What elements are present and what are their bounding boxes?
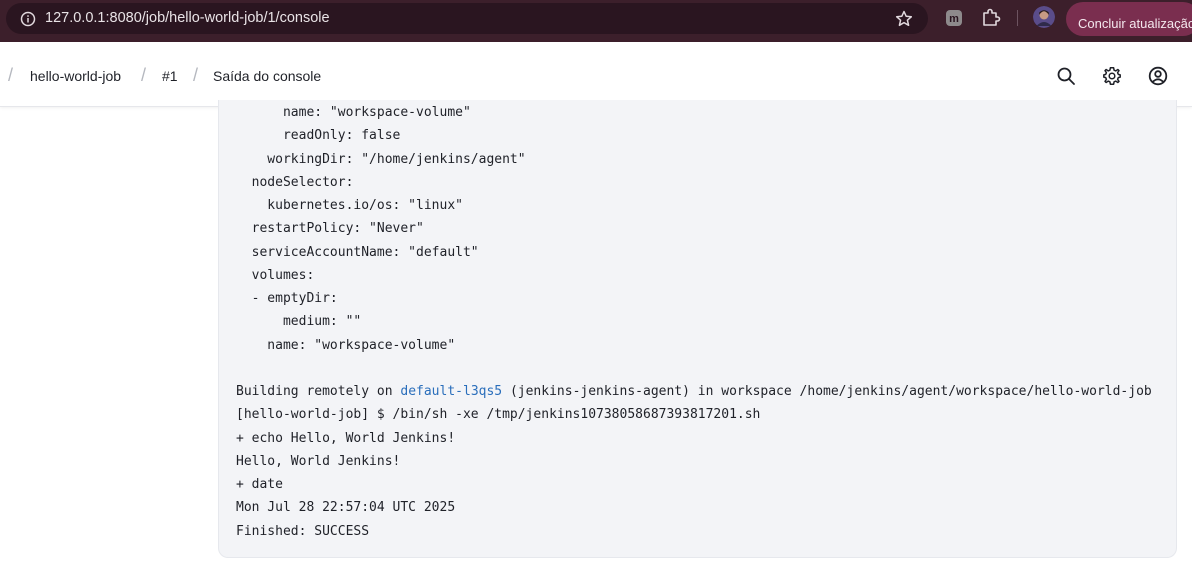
building-prefix: Building remotely on xyxy=(236,384,401,399)
extension-m-icon[interactable]: m xyxy=(945,9,963,27)
extensions-puzzle-icon[interactable] xyxy=(980,7,1002,29)
gear-icon[interactable] xyxy=(1102,66,1122,86)
console-building-line: Building remotely on default-l3qs5 (jenk… xyxy=(236,383,1152,401)
toolbar-divider xyxy=(1017,10,1018,26)
breadcrumb-job[interactable]: hello-world-job xyxy=(30,68,121,84)
search-icon[interactable] xyxy=(1056,66,1076,86)
console-line: workingDir: "/home/jenkins/agent" xyxy=(236,152,526,167)
user-icon[interactable] xyxy=(1148,66,1168,86)
address-bar[interactable]: 127.0.0.1:8080/job/hello-world-job/1/con… xyxy=(6,3,928,34)
console-line: restartPolicy: "Never" xyxy=(236,221,424,236)
console-line: nodeSelector: xyxy=(236,175,354,190)
breadcrumb-separator: / xyxy=(193,65,199,85)
app-header: / hello-world-job / #1 / Saída do consol… xyxy=(0,42,1192,107)
console-finished-line: Finished: SUCCESS xyxy=(236,524,370,539)
breadcrumb-separator: / xyxy=(8,65,14,85)
breadcrumb-build[interactable]: #1 xyxy=(162,68,178,84)
console-line: kubernetes.io/os: "linux" xyxy=(236,198,463,213)
console-line: readOnly: false xyxy=(236,128,401,143)
site-info-icon[interactable] xyxy=(20,11,36,27)
console-line: [hello-world-job] $ /bin/sh -xe /tmp/jen… xyxy=(236,407,761,422)
browser-toolbar: 127.0.0.1:8080/job/hello-world-job/1/con… xyxy=(0,0,1192,42)
console-line: Mon Jul 28 22:57:04 UTC 2025 xyxy=(236,500,456,515)
complete-update-button[interactable]: Concluir atualização xyxy=(1066,2,1192,36)
console-line: - emptyDir: xyxy=(236,291,338,306)
url-text[interactable]: 127.0.0.1:8080/job/hello-world-job/1/con… xyxy=(45,10,330,26)
building-suffix: (jenkins-jenkins-agent) in workspace /ho… xyxy=(502,384,1152,399)
console-line: + date xyxy=(236,477,283,492)
profile-avatar[interactable] xyxy=(1033,6,1055,28)
console-line: name: "workspace-volume" xyxy=(236,338,456,353)
console-line: medium: "" xyxy=(236,314,362,329)
bookmark-star-icon[interactable] xyxy=(894,9,914,29)
console-line: volumes: xyxy=(236,268,315,283)
console-line: Hello, World Jenkins! xyxy=(236,454,401,469)
console-line: + echo Hello, World Jenkins! xyxy=(236,431,456,446)
breadcrumb-console-output[interactable]: Saída do console xyxy=(213,68,321,84)
agent-node-link[interactable]: default-l3qs5 xyxy=(400,384,502,399)
console-line: name: "workspace-volume" xyxy=(236,105,471,120)
breadcrumb-separator: / xyxy=(141,65,147,85)
extension-letter: m xyxy=(949,13,959,25)
console-line: serviceAccountName: "default" xyxy=(236,245,479,260)
